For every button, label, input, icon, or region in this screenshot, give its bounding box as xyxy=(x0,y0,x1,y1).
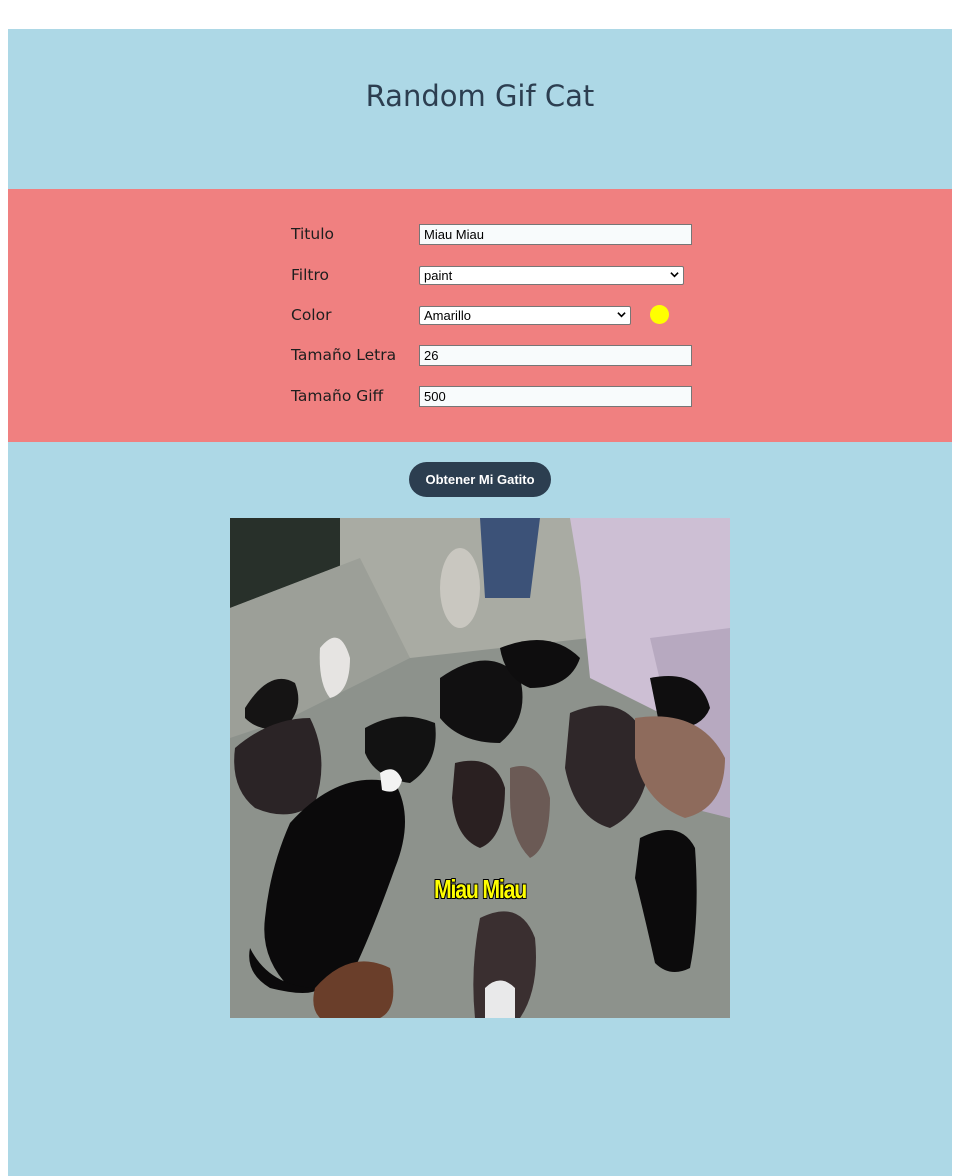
tamano-letra-input[interactable]: 26 xyxy=(419,345,692,366)
chevron-down-icon xyxy=(617,312,626,318)
page: Random Gif Cat Titulo Miau Miau Filtro p… xyxy=(8,29,952,1176)
titulo-input[interactable]: Miau Miau xyxy=(419,224,692,245)
tamano-giff-input[interactable]: 500 xyxy=(419,386,692,407)
cat-gif-illustration xyxy=(230,518,730,1018)
tamano-letra-label: Tamaño Letra xyxy=(291,346,397,364)
gif-caption: Miau Miau xyxy=(434,874,527,904)
filtro-label: Filtro xyxy=(291,266,329,284)
color-label: Color xyxy=(291,306,332,324)
cat-gif-image: Miau Miau xyxy=(230,518,730,1018)
page-title: Random Gif Cat xyxy=(365,79,595,113)
color-select[interactable]: Amarillo xyxy=(419,306,631,325)
filtro-selected-value: paint xyxy=(424,268,453,283)
filtro-select[interactable]: paint xyxy=(419,266,684,285)
titulo-label: Titulo xyxy=(291,225,334,243)
color-swatch xyxy=(650,305,669,324)
chevron-down-icon xyxy=(670,272,679,278)
color-selected-value: Amarillo xyxy=(424,308,471,323)
obtener-gatito-button[interactable]: Obtener Mi Gatito xyxy=(409,462,551,497)
header: Random Gif Cat xyxy=(8,29,952,189)
tamano-giff-label: Tamaño Giff xyxy=(291,387,384,405)
